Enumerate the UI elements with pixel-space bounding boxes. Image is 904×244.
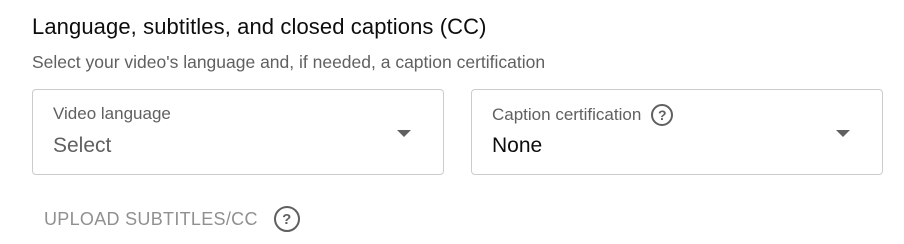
caption-certification-value: None — [492, 134, 543, 157]
section-title: Language, subtitles, and closed captions… — [32, 14, 487, 39]
upload-subtitles-row: UPLOAD SUBTITLES/CC ? — [44, 206, 300, 232]
caption-certification-label: Caption certification ? — [492, 104, 674, 126]
video-language-select[interactable]: Video language Select — [32, 89, 444, 175]
chevron-down-icon — [836, 130, 850, 137]
captions-section: Language, subtitles, and closed captions… — [0, 0, 904, 244]
video-language-label-text: Video language — [53, 104, 171, 123]
upload-subtitles-button[interactable]: UPLOAD SUBTITLES/CC — [44, 209, 258, 230]
video-language-value: Select — [53, 134, 112, 157]
help-icon[interactable]: ? — [651, 104, 674, 126]
section-subtitle: Select your video's language and, if nee… — [32, 52, 546, 72]
chevron-down-icon — [397, 130, 411, 137]
caption-certification-select[interactable]: Caption certification ? None — [471, 89, 883, 175]
help-icon[interactable]: ? — [273, 206, 300, 232]
caption-certification-label-text: Caption certification — [492, 105, 642, 124]
video-language-label: Video language — [53, 104, 171, 124]
